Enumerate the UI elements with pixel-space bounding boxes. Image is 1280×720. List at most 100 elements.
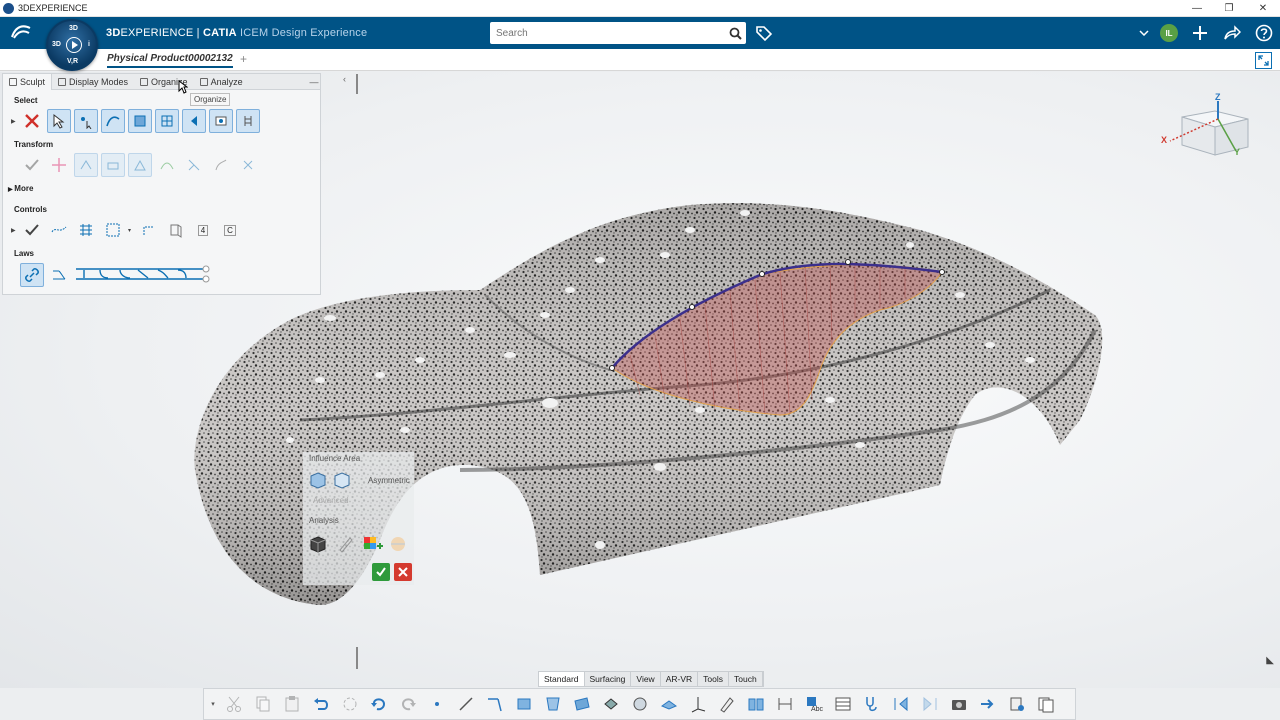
fly-icon[interactable] [597, 691, 624, 718]
tab-standard[interactable]: Standard [539, 672, 585, 686]
undo-icon[interactable] [307, 691, 334, 718]
book-icon[interactable] [742, 691, 769, 718]
panel-collapse-icon[interactable]: ‹ [343, 74, 346, 84]
law-graph-button[interactable] [47, 263, 71, 287]
dimension-icon[interactable] [771, 691, 798, 718]
navigation-cube[interactable]: Z X Y [1160, 92, 1260, 165]
plus-icon[interactable] [1188, 17, 1212, 49]
first-step-icon[interactable] [887, 691, 914, 718]
asymmetric-option[interactable]: Asymmetric [368, 476, 410, 485]
viewport-splitter[interactable] [356, 74, 358, 94]
control-grid-button[interactable] [74, 218, 98, 242]
align-button[interactable] [128, 153, 152, 177]
search-icon[interactable] [724, 22, 746, 44]
tab-analyze[interactable]: Analyze [194, 74, 249, 90]
curve-icon[interactable] [481, 691, 508, 718]
rotate-view-icon[interactable] [626, 691, 653, 718]
tab-sculpt[interactable]: Sculpt [3, 73, 53, 90]
symmetry-button[interactable] [236, 153, 260, 177]
capture-icon[interactable] [945, 691, 972, 718]
blend-icon[interactable] [568, 691, 595, 718]
add-tab-button[interactable]: + [240, 52, 247, 66]
fullscreen-button[interactable] [1255, 52, 1272, 69]
rotate-button[interactable] [74, 153, 98, 177]
annotation-icon[interactable]: Abc [800, 691, 827, 718]
measure-icon[interactable] [713, 691, 740, 718]
table-icon[interactable] [829, 691, 856, 718]
select-surface-button[interactable] [128, 109, 152, 133]
chevron-down-icon[interactable] [1136, 17, 1152, 49]
section-more[interactable]: ▶ More [8, 184, 33, 193]
select-region-button[interactable] [209, 109, 233, 133]
axis-system-icon[interactable] [684, 691, 711, 718]
select-chain-button[interactable] [236, 109, 260, 133]
cancel-button[interactable] [394, 563, 412, 581]
cut-icon[interactable] [220, 691, 247, 718]
control-points-button[interactable] [47, 218, 71, 242]
ok-button[interactable] [372, 563, 390, 581]
select-point-button[interactable] [74, 109, 98, 133]
dropdown-caret-icon[interactable]: ▾ [128, 227, 134, 234]
clear-selection-button[interactable] [20, 109, 44, 133]
tag-icon[interactable] [754, 24, 774, 42]
minimize-button[interactable]: — [1180, 0, 1214, 17]
project-button[interactable] [182, 153, 206, 177]
control-order-button[interactable]: 4 [191, 218, 215, 242]
transfer-icon[interactable] [974, 691, 1001, 718]
action-bar-menu-icon[interactable]: ▾ [208, 691, 218, 718]
analysis-color-map-button[interactable] [362, 534, 384, 554]
compass-widget[interactable]: 3D 3D V,R i [46, 19, 98, 71]
analysis-sphere-button[interactable] [388, 534, 408, 554]
tab-view[interactable]: View [631, 672, 661, 686]
translate-button[interactable] [47, 153, 71, 177]
control-book-button[interactable] [164, 218, 188, 242]
match-button[interactable] [209, 153, 233, 177]
stethoscope-icon[interactable] [858, 691, 885, 718]
select-previous-button[interactable] [182, 109, 206, 133]
pages-icon[interactable] [1032, 691, 1059, 718]
deform-button[interactable] [155, 153, 179, 177]
tab-ar-vr[interactable]: AR-VR [661, 672, 699, 686]
close-button[interactable]: ✕ [1246, 0, 1280, 17]
select-curve-button[interactable] [101, 109, 125, 133]
plane-icon[interactable] [655, 691, 682, 718]
tab-display-modes[interactable]: Display Modes [52, 74, 134, 90]
transform-validate-button[interactable] [20, 153, 44, 177]
select-mesh-button[interactable] [155, 109, 179, 133]
scale-button[interactable] [101, 153, 125, 177]
surface-icon[interactable] [510, 691, 537, 718]
expand-corner-icon[interactable]: ◣ [1266, 655, 1274, 666]
help-icon[interactable] [1252, 17, 1276, 49]
law-profile-selector[interactable] [74, 264, 212, 287]
update-icon[interactable] [336, 691, 363, 718]
analysis-pen-button[interactable] [336, 534, 356, 554]
panel-minimize-button[interactable]: — [308, 77, 320, 87]
redo-icon[interactable] [394, 691, 421, 718]
fill-icon[interactable] [539, 691, 566, 718]
line-icon[interactable] [452, 691, 479, 718]
last-step-icon[interactable] [916, 691, 943, 718]
play-icon[interactable] [66, 37, 82, 53]
tab-physical-product[interactable]: Physical Product00002132 [107, 53, 233, 68]
influence-box-button[interactable] [308, 470, 328, 490]
search-input[interactable] [490, 23, 724, 43]
control-continuity-button[interactable]: C [218, 218, 242, 242]
undo-step-icon[interactable] [365, 691, 392, 718]
settings-icon[interactable] [1003, 691, 1030, 718]
share-icon[interactable] [1220, 17, 1244, 49]
controls-validate-button[interactable] [20, 218, 44, 242]
analysis-cube-button[interactable] [308, 534, 328, 554]
advanced-option[interactable]: Advanced [313, 496, 349, 505]
copy-icon[interactable] [249, 691, 276, 718]
link-law-button[interactable] [20, 263, 44, 287]
influence-plane-button[interactable] [332, 470, 352, 490]
tab-surfacing[interactable]: Surfacing [585, 672, 632, 686]
user-avatar[interactable]: IL [1156, 17, 1182, 49]
tab-tools[interactable]: Tools [698, 672, 729, 686]
control-mesh-button[interactable] [101, 218, 125, 242]
search-box[interactable] [490, 22, 746, 44]
expand-caret-icon[interactable]: ▶ [11, 118, 17, 125]
control-segment-button[interactable] [137, 218, 161, 242]
bottom-splitter[interactable] [356, 647, 358, 669]
tab-touch[interactable]: Touch [729, 672, 763, 686]
